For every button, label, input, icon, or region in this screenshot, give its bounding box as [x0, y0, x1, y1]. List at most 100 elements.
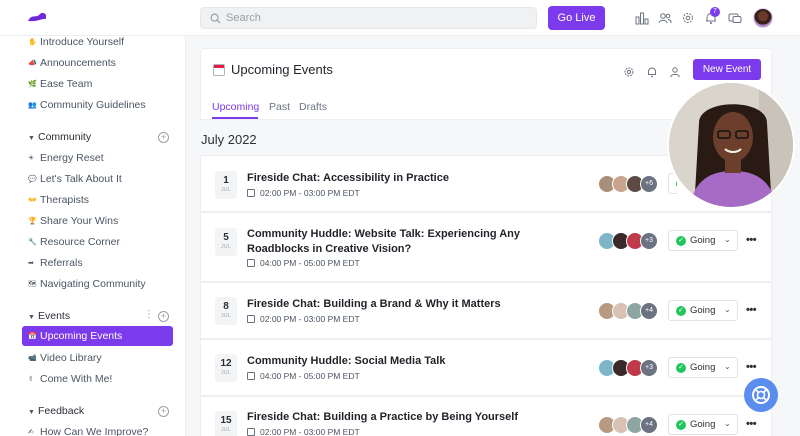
sidebar-item-community-guidelines[interactable]: 👥 Community Guidelines	[28, 96, 146, 114]
search-bar[interactable]	[200, 7, 537, 29]
sidebar-section-community[interactable]: ▼ Community	[28, 128, 91, 146]
event-time-text: 04:00 PM - 05:00 PM EDT	[260, 371, 360, 381]
sidebar-item-resource-corner[interactable]: 🔧 Resource Corner	[28, 233, 120, 251]
event-title[interactable]: Community Huddle: Website Talk: Experien…	[247, 227, 547, 257]
sidebar-item-label: Referrals	[40, 257, 83, 269]
event-time-text: 04:00 PM - 05:00 PM EDT	[260, 258, 360, 268]
event-day: 1	[223, 175, 229, 186]
calendar-icon	[213, 64, 225, 76]
more-options-icon[interactable]: •••	[746, 234, 757, 246]
event-row[interactable]: 5 JUL Community Huddle: Website Talk: Ex…	[200, 212, 772, 282]
more-options-icon[interactable]: •••	[746, 304, 757, 316]
video-icon: 📹	[28, 355, 37, 362]
event-date: 5 JUL	[215, 228, 237, 256]
user-icon[interactable]	[669, 66, 681, 78]
sidebar-item-label: Upcoming Events	[40, 330, 123, 342]
messages-icon[interactable]	[728, 11, 742, 25]
attendee-avatars[interactable]: +6	[598, 175, 662, 193]
sidebar-item-how-can-we-improve[interactable]: ✍ How Can We Improve?	[28, 423, 148, 436]
sidebar: ✋ Introduce Yourself 📣 Announcements 🌿 Ease…	[0, 36, 186, 436]
sidebar-item-upcoming-events[interactable]: 📅 Upcoming Events	[22, 326, 173, 346]
trophy-icon: 🏆	[28, 218, 37, 225]
attendee-avatars[interactable]: +4	[598, 416, 662, 434]
event-title[interactable]: Fireside Chat: Building a Practice by Be…	[247, 410, 547, 425]
sidebar-item-lets-talk[interactable]: 💬 Let's Talk About It	[28, 170, 122, 188]
leaderboard-icon[interactable]	[635, 11, 649, 25]
event-title[interactable]: Fireside Chat: Building a Brand & Why it…	[247, 297, 547, 312]
more-options-icon[interactable]: •••	[746, 418, 757, 430]
event-date: 12 JUL	[215, 354, 237, 382]
sidebar-item-share-wins[interactable]: 🏆 Share Your Wins	[28, 212, 118, 230]
attendee-avatars[interactable]: +3	[598, 232, 662, 250]
add-channel-button[interactable]: +	[158, 132, 169, 143]
presenter-illustration	[669, 83, 793, 207]
settings-icon[interactable]	[681, 11, 695, 25]
sidebar-item-referrals[interactable]: ➡ Referrals	[28, 254, 83, 272]
event-month: JUL	[221, 187, 231, 193]
search-input[interactable]	[226, 8, 526, 28]
settings-icon[interactable]	[623, 66, 635, 78]
search-icon	[210, 13, 221, 24]
more-attendees-count: +4	[640, 416, 658, 434]
help-button[interactable]	[744, 378, 778, 412]
members-icon[interactable]	[658, 11, 672, 25]
presenter-video[interactable]	[667, 81, 795, 209]
sidebar-item-come-with-me[interactable]: ✌ Come With Me!	[28, 370, 112, 388]
event-title[interactable]: Fireside Chat: Accessibility in Practice	[247, 171, 547, 186]
rsvp-dropdown[interactable]: ✓ Going ⌄	[668, 414, 738, 435]
megaphone-icon: 📣	[28, 60, 37, 67]
rsvp-status: Going	[690, 235, 716, 246]
event-time: 04:00 PM - 05:00 PM EDT	[247, 258, 360, 268]
tab-drafts[interactable]: Drafts	[299, 101, 327, 113]
tab-past[interactable]: Past	[269, 101, 290, 113]
event-month: JUL	[221, 370, 231, 376]
bell-icon[interactable]	[646, 66, 658, 78]
event-day: 8	[223, 301, 229, 312]
attendee-avatars[interactable]: +4	[598, 302, 662, 320]
calendar-icon	[247, 428, 255, 436]
event-row[interactable]: 8 JUL Fireside Chat: Building a Brand & …	[200, 282, 772, 339]
sidebar-item-introduce-yourself[interactable]: ✋ Introduce Yourself	[28, 33, 124, 51]
event-month: JUL	[221, 427, 231, 433]
event-title[interactable]: Community Huddle: Social Media Talk	[247, 354, 547, 369]
user-avatar[interactable]	[753, 8, 773, 28]
sidebar-item-navigating-community[interactable]: 🗺 Navigating Community	[28, 275, 146, 293]
rsvp-dropdown[interactable]: ✓ Going ⌄	[668, 230, 738, 251]
event-date: 15 JUL	[215, 411, 237, 436]
calendar-icon	[247, 189, 255, 197]
sidebar-item-energy-reset[interactable]: ☀ Energy Reset	[28, 149, 104, 167]
active-tab-indicator	[212, 117, 258, 119]
event-row[interactable]: 15 JUL Fireside Chat: Building a Practic…	[200, 396, 772, 436]
new-event-button[interactable]: New Event	[693, 59, 761, 80]
add-feedback-channel-button[interactable]: +	[158, 406, 169, 417]
sidebar-item-video-library[interactable]: 📹 Video Library	[28, 349, 102, 367]
lifebuoy-icon	[752, 386, 770, 404]
event-time: 02:00 PM - 03:00 PM EDT	[247, 314, 360, 324]
sidebar-item-ease-team[interactable]: 🌿 Ease Team	[28, 75, 92, 93]
event-time: 02:00 PM - 03:00 PM EDT	[247, 188, 360, 198]
referral-icon: ➡	[28, 260, 34, 267]
section-options-icon[interactable]: ⋮	[144, 309, 154, 320]
sidebar-item-label: How Can We Improve?	[40, 426, 149, 436]
more-options-icon[interactable]: •••	[746, 361, 757, 373]
attendee-avatars[interactable]: +3	[598, 359, 662, 377]
tab-upcoming[interactable]: Upcoming	[212, 101, 259, 113]
rsvp-dropdown[interactable]: ✓ Going ⌄	[668, 300, 738, 321]
sidebar-section-events[interactable]: ▼ Events	[28, 307, 70, 325]
month-heading: July 2022	[201, 132, 257, 147]
section-title: Feedback	[38, 405, 85, 417]
calendar-icon: 📅	[28, 333, 37, 340]
check-icon: ✓	[676, 420, 686, 430]
caret-down-icon: ▼	[28, 314, 35, 321]
add-event-channel-button[interactable]: +	[158, 311, 169, 322]
sidebar-item-therapists[interactable]: 👐 Therapists	[28, 191, 89, 209]
chevron-down-icon: ⌄	[724, 235, 731, 244]
event-time: 04:00 PM - 05:00 PM EDT	[247, 371, 360, 381]
event-row[interactable]: 12 JUL Community Huddle: Social Media Ta…	[200, 339, 772, 396]
section-title: Community	[38, 131, 92, 143]
brand-logo[interactable]	[26, 9, 48, 25]
sidebar-section-feedback[interactable]: ▼ Feedback	[28, 402, 84, 420]
go-live-button[interactable]: Go Live	[548, 6, 605, 30]
sidebar-item-announcements[interactable]: 📣 Announcements	[28, 54, 116, 72]
rsvp-dropdown[interactable]: ✓ Going ⌄	[668, 357, 738, 378]
